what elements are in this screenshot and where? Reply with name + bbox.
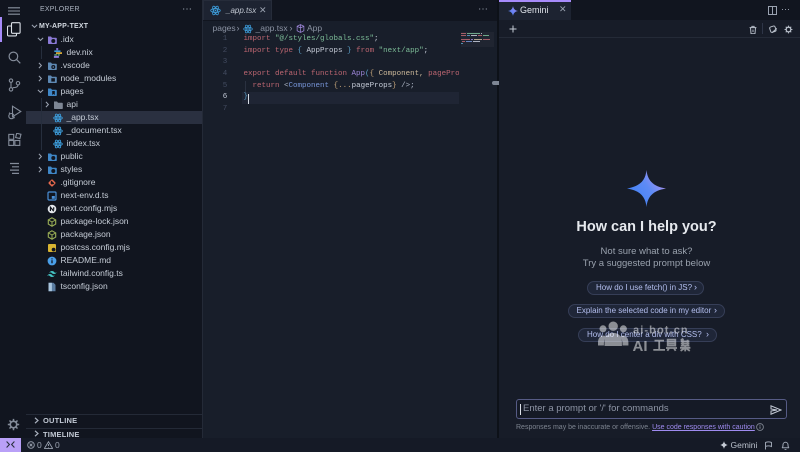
svg-text:ai-bot.cn: ai-bot.cn: [633, 325, 689, 337]
svg-text:AI: AI: [633, 338, 648, 354]
